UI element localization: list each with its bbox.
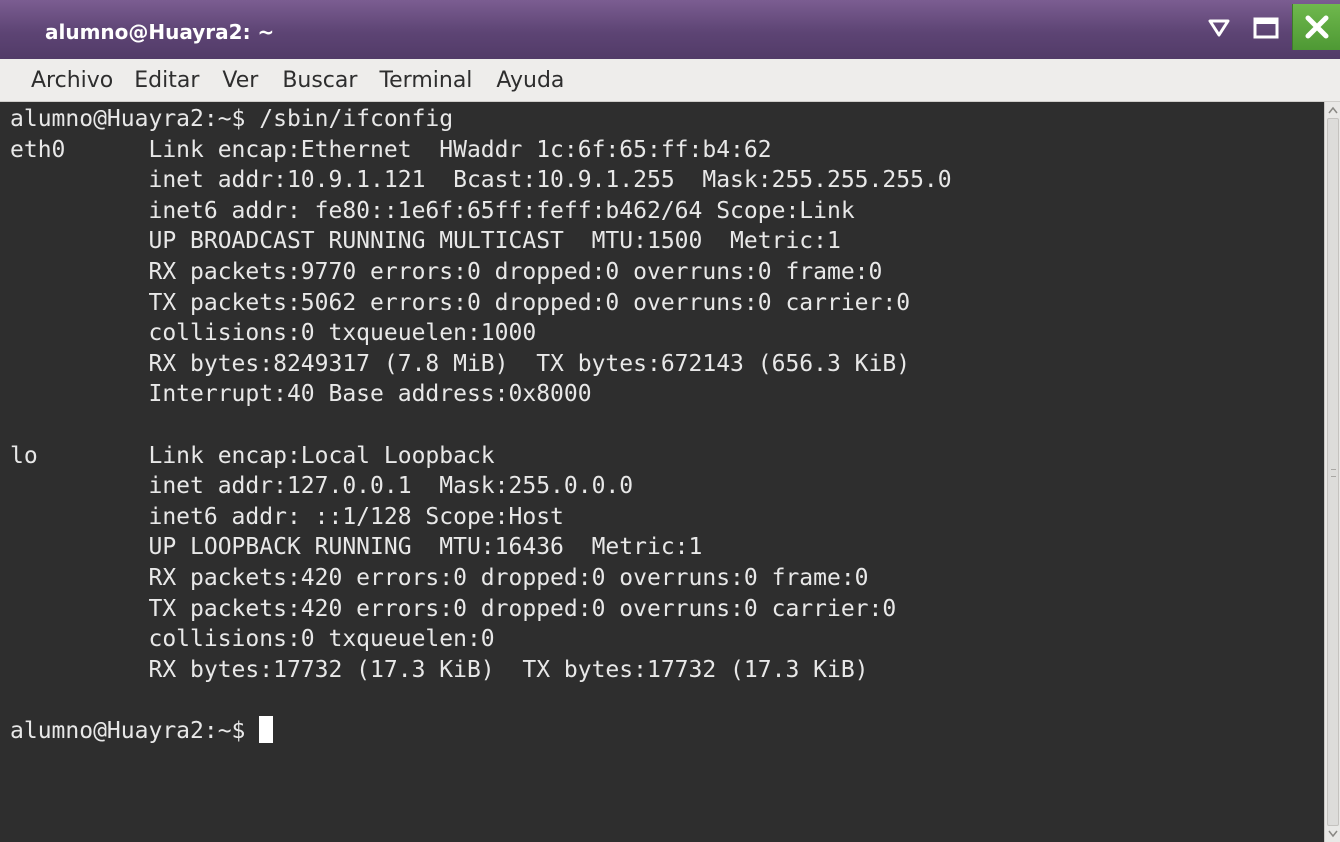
terminal-line: inet addr:127.0.0.1 Mask:255.0.0.0 — [10, 473, 634, 500]
menu-editar[interactable]: Editar — [134, 68, 199, 93]
terminal-line: lo Link encap:Local Loopback — [10, 442, 523, 469]
terminal-output[interactable]: alumno@Huayra2:~$ /sbin/ifconfig eth0 Li… — [0, 102, 1324, 842]
terminal-line: TX packets:5062 errors:0 dropped:0 overr… — [10, 289, 911, 316]
window-title: alumno@Huayra2: ~ — [45, 20, 275, 44]
terminal-text: alumno@Huayra2:~$ /sbin/ifconfig eth0 Li… — [10, 104, 952, 746]
vertical-scrollbar[interactable] — [1324, 102, 1340, 842]
scrollbar-thumb[interactable] — [1327, 118, 1339, 826]
terminal-line: RX bytes:17732 (17.3 KiB) TX bytes:17732… — [10, 656, 869, 683]
terminal-window: alumno@Huayra2: ~ Archivo Editar Ver Bus… — [0, 0, 1340, 842]
terminal-line: collisions:0 txqueuelen:0 — [10, 626, 509, 653]
terminal-line: Interrupt:40 Base address:0x8000 — [10, 381, 606, 408]
terminal-line: alumno@Huayra2:~$ /sbin/ifconfig — [10, 106, 454, 132]
menu-terminal[interactable]: Terminal — [379, 68, 472, 93]
arrow-down-icon — [1328, 830, 1338, 838]
terminal-line: RX packets:9770 errors:0 dropped:0 overr… — [10, 258, 883, 285]
shell-prompt: alumno@Huayra2:~$ — [10, 717, 260, 744]
terminal-line: inet addr:10.9.1.121 Bcast:10.9.1.255 Ma… — [10, 167, 952, 194]
triangle-down-icon — [1208, 19, 1230, 37]
scroll-down-button[interactable] — [1327, 828, 1339, 840]
maximize-button[interactable] — [1246, 10, 1286, 46]
menu-archivo[interactable]: Archivo — [31, 68, 113, 93]
terminal-line: inet6 addr: ::1/128 Scope:Host — [10, 503, 564, 530]
minimize-button[interactable] — [1203, 10, 1235, 46]
menu-buscar[interactable]: Buscar — [282, 68, 357, 93]
terminal-line: eth0 Link encap:Ethernet HWaddr 1c:6f:65… — [10, 136, 800, 163]
menu-bar: Archivo Editar Ver Buscar Terminal Ayuda — [0, 59, 1340, 102]
close-x-icon — [1305, 15, 1329, 39]
terminal-line: inet6 addr: fe80::1e6f:65ff:feff:b462/64… — [10, 197, 855, 224]
terminal-line: RX bytes:8249317 (7.8 MiB) TX bytes:6721… — [10, 350, 911, 377]
terminal-line: collisions:0 txqueuelen:1000 — [10, 320, 551, 347]
grip-icon — [1331, 469, 1336, 477]
text-cursor — [259, 715, 274, 743]
close-button[interactable] — [1292, 4, 1340, 50]
title-bar[interactable]: alumno@Huayra2: ~ — [0, 0, 1340, 59]
terminal-line: UP LOOPBACK RUNNING MTU:16436 Metric:1 — [10, 534, 703, 561]
prompt-line: alumno@Huayra2:~$ — [10, 715, 952, 747]
menu-ver[interactable]: Ver — [222, 68, 258, 93]
square-icon — [1253, 17, 1279, 39]
terminal-line: RX packets:420 errors:0 dropped:0 overru… — [10, 564, 869, 591]
terminal-line: UP BROADCAST RUNNING MULTICAST MTU:1500 … — [10, 228, 841, 255]
scroll-up-button[interactable] — [1327, 104, 1339, 116]
menu-ayuda[interactable]: Ayuda — [496, 68, 564, 93]
terminal-line: TX packets:420 errors:0 dropped:0 overru… — [10, 595, 897, 622]
arrow-up-icon — [1328, 106, 1338, 114]
